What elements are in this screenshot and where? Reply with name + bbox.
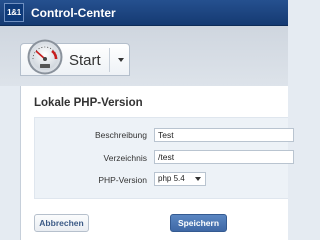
- save-button[interactable]: Speichern: [170, 214, 227, 232]
- app-title: Control-Center: [31, 6, 116, 20]
- dropdown-caret-icon: [195, 177, 201, 181]
- tab-start-label: Start: [69, 52, 101, 69]
- php-version-value: php 5.4: [158, 174, 185, 183]
- description-field[interactable]: [154, 128, 294, 142]
- php-version-label: PHP-Version: [98, 175, 147, 185]
- cancel-button[interactable]: Abbrechen: [34, 214, 89, 232]
- top-bar: 1&1 Control-Center: [0, 0, 288, 26]
- speedometer-icon: [27, 39, 63, 75]
- chevron-down-icon[interactable]: [116, 53, 126, 65]
- description-label: Beschreibung: [95, 130, 147, 140]
- php-version-select[interactable]: php 5.4: [154, 172, 206, 186]
- directory-label: Verzeichnis: [103, 153, 147, 163]
- tab-divider: [109, 48, 110, 72]
- section-title: Lokale PHP-Version: [34, 97, 143, 109]
- directory-field[interactable]: [154, 150, 294, 164]
- brand-logo[interactable]: 1&1: [4, 3, 24, 22]
